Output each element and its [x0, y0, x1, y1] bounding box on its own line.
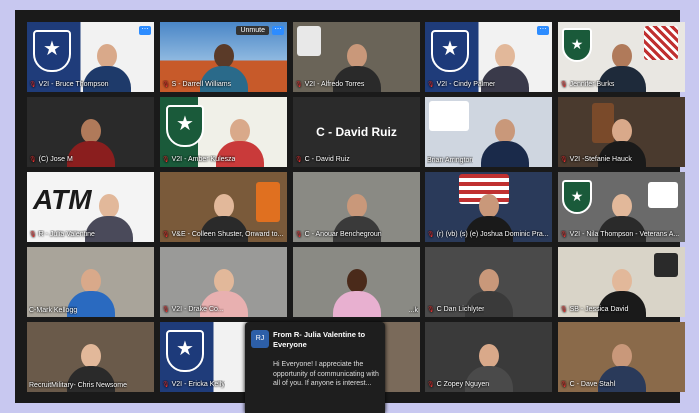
participant-name: Brian Arrington	[427, 157, 474, 164]
shield-star-icon: ★	[33, 30, 71, 72]
video-tile-drake-co[interactable]: 🎙 V2I - Drake Co...	[160, 247, 287, 317]
atm-logo: ATM	[33, 184, 92, 215]
participant-name: 🎙 V&E - Colleen Shuster, Onward to...	[162, 231, 284, 238]
video-tile-participant-k[interactable]: ...k	[293, 247, 420, 317]
unmute-button[interactable]: Unmute	[236, 26, 269, 35]
muted-mic-icon: 🎙	[295, 157, 303, 163]
gallery-view: ★ ⋯ 🎙 V2I - Bruce Thompson Unmute ⋯ 🎙 S - …	[15, 10, 685, 413]
participant-name: ...k	[408, 307, 418, 314]
video-tile-julia-valentine[interactable]: ATM 🎙 R - Julia Valentine	[27, 172, 154, 242]
video-tile-jennifer-burks[interactable]: ★ 🎙 Jennifer Burks	[558, 22, 685, 92]
participant-name: 🎙 C - David Ruiz	[295, 156, 350, 163]
participant-name: 🎙 V2I - Bruce Thompson	[29, 81, 109, 88]
muted-mic-icon: 🎙	[162, 232, 170, 238]
shield-star-icon: ★	[431, 30, 469, 72]
participant-name: 🎙 V2I - Drake Co...	[162, 306, 224, 313]
participant-name: 🎙 V2I - Ericka Kelly	[162, 381, 225, 388]
muted-mic-icon: 🎙	[560, 157, 568, 163]
more-options-button[interactable]: ⋯	[272, 26, 284, 35]
video-tile-anouar-benchegroun[interactable]: 🎙 C - Anouar Benchegroun	[293, 172, 420, 242]
video-tile-mark-kellogg[interactable]: C-Mark Kellogg	[27, 247, 154, 317]
video-tile-alfredo-torres[interactable]: 🎙 V2I - Alfredo Torres	[293, 22, 420, 92]
more-options-button[interactable]: ⋯	[139, 26, 151, 35]
video-tile-colleen-shuster[interactable]: 🎙 V&E - Colleen Shuster, Onward to...	[160, 172, 287, 242]
muted-mic-icon: 🎙	[560, 232, 568, 238]
muted-mic-icon: 🎙	[162, 82, 170, 88]
participant-name: 🎙 V2I - Amber Kulesza	[162, 156, 236, 163]
muted-mic-icon: 🎙	[560, 382, 568, 388]
video-tile-brian-arrington[interactable]: Brian Arrington	[425, 97, 552, 167]
participant-name: 🎙 V2I -Stefanie Hauck	[560, 156, 632, 163]
muted-mic-icon: 🎙	[29, 232, 37, 238]
muted-mic-icon: 🎙	[295, 232, 303, 238]
participant-video	[66, 115, 115, 167]
chat-message: Hi Everyone! I appreciate the opportunit…	[273, 361, 379, 387]
video-tile-david-ruiz[interactable]: C - David Ruiz 🎙 C - David Ruiz	[293, 97, 420, 167]
muted-mic-icon: 🎙	[427, 82, 435, 88]
video-tile-cindy-palmer[interactable]: ★ ⋯ 🎙 V2I - Cindy Palmer	[425, 22, 552, 92]
more-options-button[interactable]: ⋯	[537, 26, 549, 35]
video-tile-zopey-nguyen[interactable]: 🎙 C Zopey Nguyen	[425, 322, 552, 392]
shield-star-icon: ★	[166, 105, 204, 147]
qr-code-icon	[644, 26, 678, 60]
muted-mic-icon: 🎙	[29, 157, 37, 163]
video-tile-jose-m[interactable]: 🎙 (C) Jose M	[27, 97, 154, 167]
participant-name: 🎙 C - Anouar Benchegroun	[295, 231, 382, 238]
video-tile-dan-lichlyter[interactable]: 🎙 C Dan Lichlyter	[425, 247, 552, 317]
video-tile-darrell-williams[interactable]: Unmute ⋯ 🎙 S - Darrell Williams	[160, 22, 287, 92]
participant-name: 🎙 C - Dave Stahl	[560, 381, 616, 388]
video-tile-amber-kulesza[interactable]: ★ 🎙 V2I - Amber Kulesza	[160, 97, 287, 167]
participant-name: RecruitMilitary- Chris Newsome	[29, 382, 128, 389]
participant-name: 🎙 C Dan Lichlyter	[427, 306, 485, 313]
muted-mic-icon: 🎙	[427, 307, 435, 313]
video-tile-joshua-dominic[interactable]: 🎙 (r) (vb) (s) (e) Joshua Dominic Pra...	[425, 172, 552, 242]
muted-mic-icon: 🎙	[162, 382, 170, 388]
participant-name: 🎙 V2I - Nila Thompson - Veterans A...	[560, 231, 680, 238]
participant-video	[332, 265, 381, 317]
shield-star-icon: ★	[562, 180, 592, 214]
shield-star-icon: ★	[562, 28, 592, 62]
muted-mic-icon: 🎙	[295, 82, 303, 88]
video-tile-chris-newsome[interactable]: RecruitMilitary- Chris Newsome	[27, 322, 154, 392]
participant-name: 🎙 SB - Jessica David	[560, 306, 629, 313]
muted-mic-icon: 🎙	[427, 232, 435, 238]
muted-mic-icon: 🎙	[29, 82, 37, 88]
participant-name: 🎙 Jennifer Burks	[560, 81, 615, 88]
participant-name: 🎙 V2I - Cindy Palmer	[427, 81, 496, 88]
participant-video	[481, 115, 529, 167]
muted-mic-icon: 🎙	[560, 82, 568, 88]
shield-star-icon: ★	[166, 330, 204, 372]
participant-name: 🎙 V2I - Alfredo Torres	[295, 81, 365, 88]
muted-mic-icon: 🎙	[427, 382, 435, 388]
participant-name: 🎙 (r) (vb) (s) (e) Joshua Dominic Pra...	[427, 231, 549, 238]
sender-avatar: RJ	[251, 330, 269, 348]
video-tile-dave-stahl[interactable]: 🎙 C - Dave Stahl	[558, 322, 685, 392]
muted-mic-icon: 🎙	[162, 307, 170, 313]
video-tile-nila-thompson[interactable]: ★ 🎙 V2I - Nila Thompson - Veterans A...	[558, 172, 685, 242]
video-tile-jessica-david[interactable]: 🎙 SB - Jessica David	[558, 247, 685, 317]
chat-notification[interactable]: RJ From R- Julia Valentine to Everyone H…	[245, 322, 385, 413]
participant-name: 🎙 C Zopey Nguyen	[427, 381, 490, 388]
participant-name: C-Mark Kellogg	[29, 307, 78, 314]
video-tile-bruce-thompson[interactable]: ★ ⋯ 🎙 V2I - Bruce Thompson	[27, 22, 154, 92]
participant-name: 🎙 R - Julia Valentine	[29, 231, 95, 238]
video-tile-stefanie-hauck[interactable]: 🎙 V2I -Stefanie Hauck	[558, 97, 685, 167]
participant-name: 🎙 S - Darrell Williams	[162, 81, 232, 88]
participant-name: 🎙 (C) Jose M	[29, 156, 73, 163]
muted-mic-icon: 🎙	[162, 157, 170, 163]
chat-sender: From R- Julia Valentine to Everyone	[273, 330, 366, 349]
muted-mic-icon: 🎙	[560, 307, 568, 313]
